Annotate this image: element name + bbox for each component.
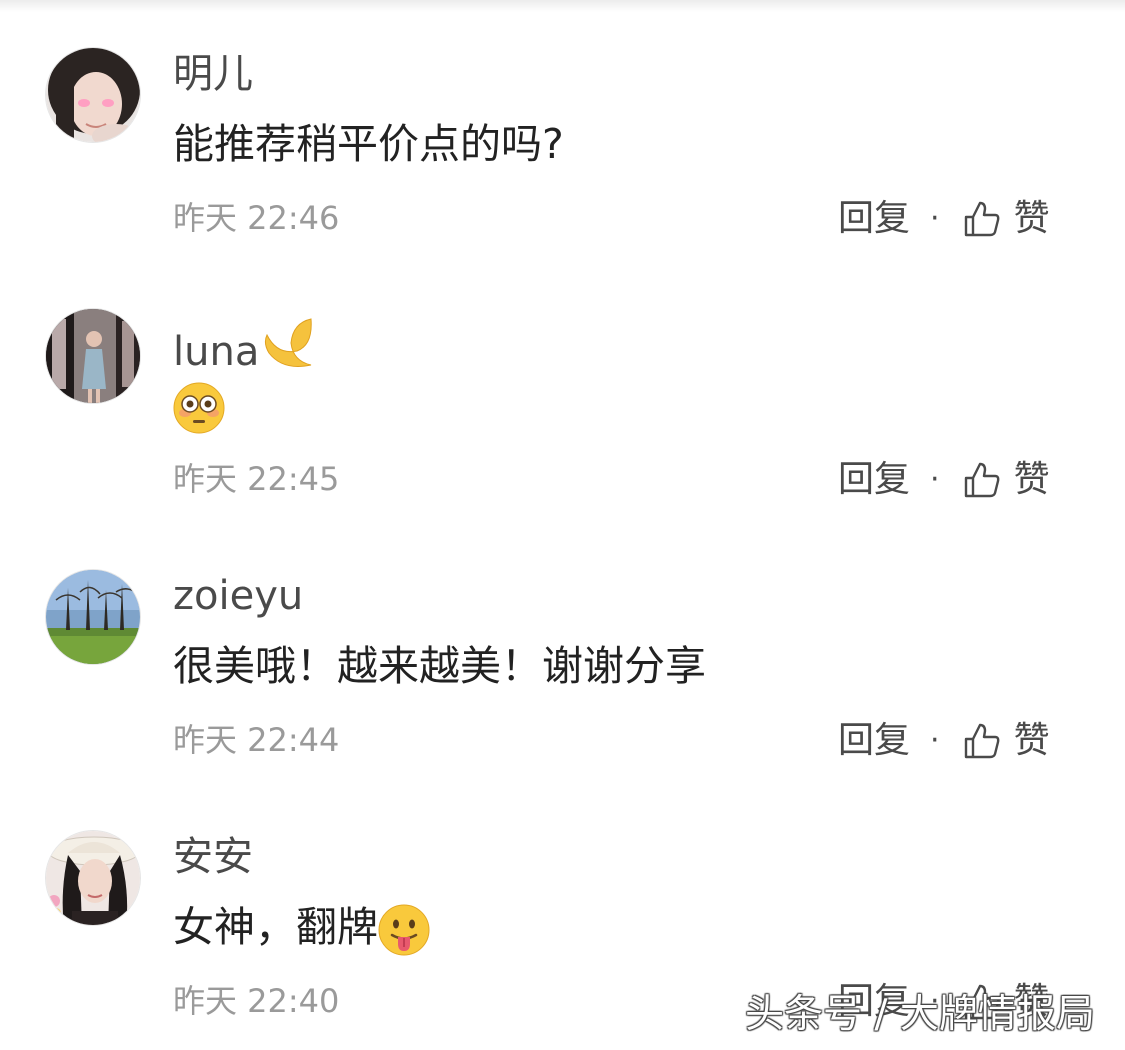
username[interactable]: luna	[173, 311, 319, 376]
thumbs-up-icon	[962, 721, 1002, 761]
reply-button[interactable]: 回复	[838, 457, 910, 503]
comment-item: luna 昨天 22:45 回复 · 赞	[0, 261, 1125, 511]
username-text: luna	[173, 329, 260, 375]
separator-dot: ·	[930, 723, 940, 758]
like-label: 赞	[1013, 198, 1050, 239]
like-button[interactable]: 赞	[962, 457, 1050, 503]
timestamp: 昨天 22:44	[173, 721, 340, 759]
comment-text: 很美哦！越来越美！谢谢分享	[173, 642, 706, 690]
separator-dot: ·	[930, 462, 940, 497]
comment-list: 明儿 能推荐稍平价点的吗? 昨天 22:46 回复 · 赞 luna 昨天 22…	[0, 0, 1125, 1050]
crescent-moon-icon	[259, 311, 319, 371]
avatar[interactable]	[45, 830, 141, 926]
comment-text-content: 女神，翻牌	[173, 903, 378, 951]
like-button[interactable]: 赞	[962, 196, 1050, 242]
avatar[interactable]	[45, 569, 141, 665]
comment-text: 能推荐稍平价点的吗?	[173, 120, 564, 168]
timestamp: 昨天 22:46	[173, 199, 340, 237]
comment-item: 明儿 能推荐稍平价点的吗? 昨天 22:46 回复 · 赞	[0, 0, 1125, 250]
like-label: 赞	[1013, 459, 1050, 500]
comment-text	[173, 379, 225, 434]
timestamp: 昨天 22:45	[173, 460, 340, 498]
comment-item: zoieyu 很美哦！越来越美！谢谢分享 昨天 22:44 回复 · 赞	[0, 522, 1125, 772]
flushed-face-icon	[173, 382, 225, 434]
tongue-face-icon	[378, 904, 430, 956]
watermark: 头条号 / 大牌情报局	[745, 992, 1095, 1037]
avatar[interactable]	[45, 308, 141, 404]
timestamp: 昨天 22:40	[173, 982, 340, 1020]
separator-dot: ·	[930, 201, 940, 236]
comment-text: 女神，翻牌	[173, 901, 430, 956]
avatar[interactable]	[45, 47, 141, 143]
thumbs-up-icon	[962, 460, 1002, 500]
like-button[interactable]: 赞	[962, 718, 1050, 764]
comment-actions: 回复 · 赞	[838, 196, 1050, 242]
username[interactable]: 明儿	[173, 50, 253, 98]
thumbs-up-icon	[962, 199, 1002, 239]
reply-button[interactable]: 回复	[838, 196, 910, 242]
reply-button[interactable]: 回复	[838, 718, 910, 764]
like-label: 赞	[1013, 720, 1050, 761]
comment-actions: 回复 · 赞	[838, 457, 1050, 503]
username[interactable]: zoieyu	[173, 572, 303, 620]
username[interactable]: 安安	[173, 833, 253, 881]
comment-actions: 回复 · 赞	[838, 718, 1050, 764]
